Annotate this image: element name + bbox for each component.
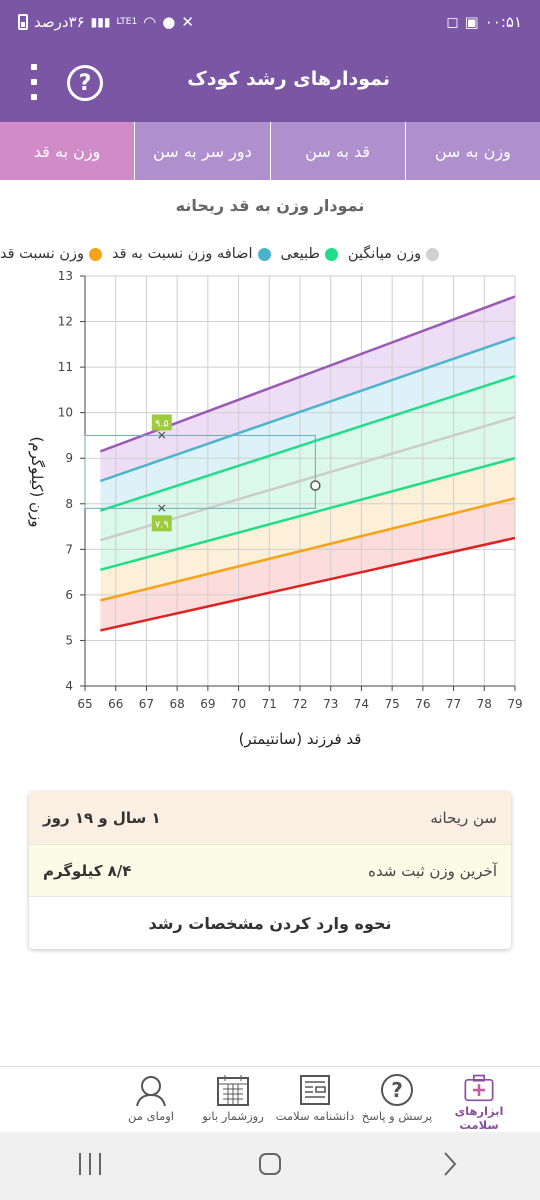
medkit-icon	[464, 1074, 494, 1102]
svg-text:?: ?	[391, 1078, 403, 1102]
y-tick-label: 11	[58, 360, 73, 374]
x-tick-label: 78	[477, 697, 492, 711]
status-bar: ۳۶درصد ▮▮▮ LTE1 ◠ ● ✕ ◻ ▣ ۰۰:۵۱	[0, 0, 540, 44]
chart-title: نمودار وزن به قد ریحانه	[175, 196, 365, 215]
age-value: ۱ سال و ۱۹ روز	[43, 809, 161, 827]
y-tick-label: 10	[58, 406, 73, 420]
signal-icon: ▮▮▮	[90, 15, 111, 29]
y-tick-label: 4	[65, 679, 73, 693]
x-tick-label: 68	[170, 697, 185, 711]
question-icon: ?	[381, 1074, 413, 1106]
tab-head-for-age[interactable]: دور سر به سن	[134, 122, 270, 180]
x-tick-label: 65	[77, 697, 92, 711]
calendar-icon	[217, 1075, 249, 1106]
child-data-point	[310, 480, 321, 491]
legend-label: اضافه وزن نسبت به قد	[112, 246, 253, 262]
legend-dot	[324, 247, 338, 261]
nav-label: اومای من	[128, 1109, 174, 1123]
weight-value: ۸/۴ کیلوگرم	[43, 861, 132, 880]
growth-info-card: سن ریحانه ۱ سال و ۱۹ روز آخرین وزن ثبت ش…	[29, 792, 511, 949]
x-tick-label: 74	[354, 697, 369, 711]
howto-button[interactable]: نحوه وارد کردن مشخصات رشد	[29, 896, 511, 949]
battery-level: ۳۶درصد	[34, 13, 85, 31]
tab-height-for-age[interactable]: قد به سن	[269, 122, 405, 180]
nav-encyclopedia[interactable]: دانشنامه سلامت	[274, 1067, 356, 1132]
legend-label: وزن نسبت قد	[0, 246, 84, 262]
nav-label: پرسش و پاسخ	[361, 1109, 433, 1123]
nav-label: دانشنامه سلامت	[275, 1109, 355, 1123]
x-tick-label: 79	[507, 697, 522, 711]
bottom-nav: ابزارهای سلامت ? پرسش و پاسخ دانشنامه سل…	[0, 1066, 540, 1132]
nav-label: روزشمار بانو	[202, 1109, 264, 1123]
x-tick-label: 77	[446, 697, 461, 711]
legend-item-normal[interactable]: طبیعی	[281, 243, 338, 265]
y-tick-label: 7	[65, 542, 73, 556]
wifi-icon: ◠	[143, 13, 157, 31]
y-tick-label: 13	[58, 269, 73, 283]
legend-label: وزن میانگین	[347, 246, 422, 262]
news-icon	[300, 1075, 330, 1105]
nav-questions[interactable]: ? پرسش و پاسخ	[356, 1067, 438, 1132]
back-icon[interactable]	[435, 1151, 465, 1181]
location-icon: ●	[162, 13, 176, 31]
help-icon[interactable]: ?	[67, 65, 103, 101]
legend-label: طبیعی	[280, 246, 320, 262]
x-tick-label: 73	[323, 697, 338, 711]
age-row: سن ریحانه ۱ سال و ۱۹ روز	[29, 792, 511, 844]
nav-profile[interactable]: اومای من	[110, 1067, 192, 1132]
y-tick-label: 6	[65, 588, 73, 602]
x-axis-label: قد فرزند (سانتیمتر)	[239, 730, 362, 748]
chart-legend: وزن نسبت قد اضافه وزن نسبت به قد طبیعی و…	[0, 243, 540, 265]
mute-icon: ✕	[181, 13, 194, 31]
nav-health-tools[interactable]: ابزارهای سلامت	[438, 1067, 520, 1132]
profile-icon	[136, 1076, 166, 1107]
legend-dot	[257, 247, 271, 261]
weight-row: آخرین وزن ثبت شده ۸/۴ کیلوگرم	[29, 844, 511, 896]
gallery-icon: ▣	[464, 13, 479, 31]
weight-label: آخرین وزن ثبت شده	[368, 861, 497, 880]
x-tick-label: 67	[139, 697, 154, 711]
more-menu-icon[interactable]	[26, 64, 42, 100]
x-tick-label: 76	[415, 697, 430, 711]
y-tick-label: 9	[65, 451, 73, 465]
marker-label: ۷.۹	[155, 519, 169, 530]
x-tick-label: 70	[231, 697, 246, 711]
legend-item-average[interactable]: وزن میانگین	[347, 243, 440, 265]
x-tick-label: 71	[262, 697, 277, 711]
x-tick-label: 66	[108, 697, 123, 711]
legend-item-bmi[interactable]: وزن نسبت قد	[0, 243, 102, 265]
y-tick-label: 12	[58, 315, 73, 329]
home-icon[interactable]	[255, 1151, 285, 1181]
app-bar: ? نمودارهای رشد کودک	[0, 44, 540, 122]
tab-weight-for-age[interactable]: وزن به سن	[404, 122, 540, 180]
x-tick-label: 72	[292, 697, 307, 711]
legend-dot	[89, 247, 102, 261]
tab-weight-for-height[interactable]: وزن به قد	[0, 122, 135, 180]
instagram-icon: ◻	[446, 13, 459, 31]
marker-x: ✕	[157, 428, 167, 442]
legend-dot	[426, 247, 440, 261]
y-tick-label: 8	[65, 497, 73, 511]
system-nav-bar	[0, 1132, 540, 1200]
x-tick-label: 69	[200, 697, 215, 711]
recent-apps-icon[interactable]	[75, 1151, 105, 1181]
weight-for-height-chart[interactable]: ✕۹.۵✕۷.۹ 65 66 67 68 69 70 71 72 73 74 75 76 77 78 794…	[0, 268, 540, 778]
legend-item-overweight[interactable]: اضافه وزن نسبت به قد	[112, 243, 271, 265]
marker-x: ✕	[157, 501, 167, 515]
clock: ۰۰:۵۱	[484, 13, 522, 31]
y-tick-label: 5	[65, 633, 73, 647]
network-label: LTE1	[116, 17, 138, 27]
battery-icon	[18, 14, 28, 30]
nav-calendar[interactable]: روزشمار بانو	[192, 1067, 274, 1132]
tab-bar: وزن به قد دور سر به سن قد به سن وزن به س…	[0, 122, 540, 180]
page-title: نمودارهای رشد کودک	[187, 68, 390, 90]
marker-label: ۹.۵	[155, 418, 169, 429]
age-label: سن ریحانه	[430, 809, 497, 827]
y-axis-label: وزن (کیلوگرم)	[28, 436, 46, 527]
x-tick-label: 75	[385, 697, 400, 711]
nav-label: ابزارهای سلامت	[454, 1104, 504, 1132]
